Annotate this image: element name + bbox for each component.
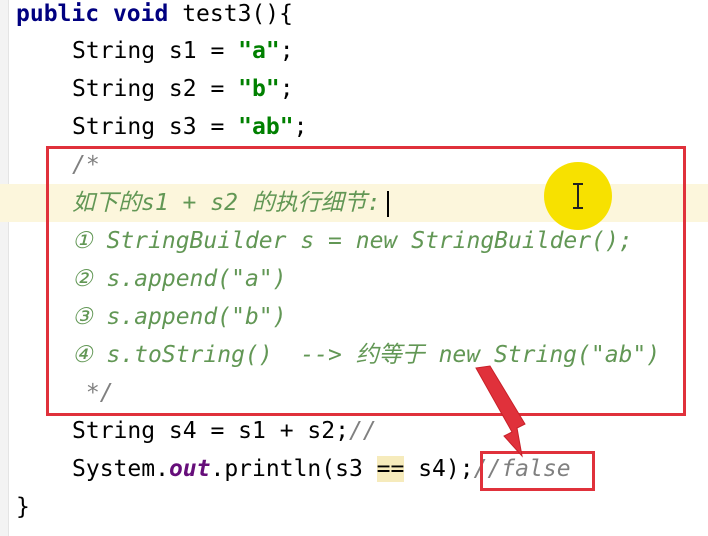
- red-arrow-icon: [475, 365, 526, 458]
